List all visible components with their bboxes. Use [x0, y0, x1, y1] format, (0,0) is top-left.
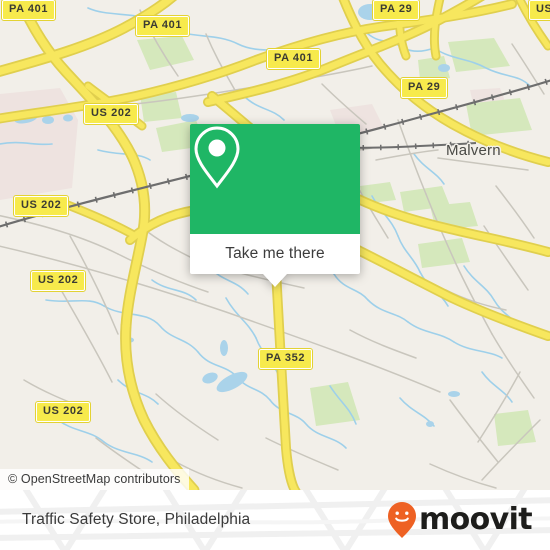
road-shield: US 2 — [528, 0, 550, 21]
popup-header — [190, 124, 360, 234]
moovit-map-page: PA 401 PA 401 PA 401 PA 29 PA 29 US 2 US 202 US… — [0, 0, 550, 550]
road-shield: US 202 — [29, 270, 87, 292]
take-me-there-button[interactable]: Take me there — [190, 234, 360, 274]
popup-pointer-tail — [263, 274, 287, 287]
road-shield: PA 29 — [371, 0, 421, 21]
road-shield: PA 352 — [257, 348, 314, 370]
road-shield: PA 29 — [399, 77, 449, 99]
road-shield: PA 401 — [134, 15, 191, 37]
location-title: Traffic Safety Store, Philadelphia — [22, 511, 251, 528]
map-canvas[interactable]: PA 401 PA 401 PA 401 PA 29 PA 29 US 2 US 202 US… — [0, 0, 550, 490]
road-shield: US 202 — [12, 195, 70, 217]
map-pin-icon — [194, 126, 240, 189]
moovit-smiley-pin-icon — [387, 502, 416, 538]
osm-attribution[interactable]: © OpenStreetMap contributors — [0, 469, 189, 490]
page-footer: Traffic Safety Store, Philadelphia moovi… — [0, 490, 550, 550]
moovit-wordmark: moovit — [418, 502, 533, 537]
road-shield: US 202 — [82, 103, 140, 125]
place-label: Malvern — [446, 142, 501, 159]
location-popup-card[interactable]: Take me there — [190, 124, 360, 287]
road-shield: US 202 — [34, 401, 92, 423]
road-shield: PA 401 — [265, 48, 322, 70]
road-shield: PA 401 — [0, 0, 57, 21]
moovit-brand-logo[interactable]: moovit — [387, 501, 533, 539]
